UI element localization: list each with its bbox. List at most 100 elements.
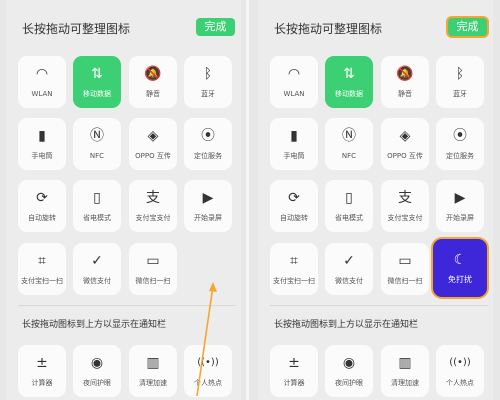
battery-saver-icon: ▯ xyxy=(93,190,101,206)
tile-wlan[interactable]: ◠ WLAN xyxy=(18,56,66,108)
tile-alipay-scan[interactable]: ⌗ 支付宝扫一扫 xyxy=(18,243,66,295)
battery-saver-icon: ▯ xyxy=(345,190,353,206)
tile-label: 移动数据 xyxy=(335,90,363,98)
scan-icon: ⌗ xyxy=(38,253,46,269)
location-icon: ⦿ xyxy=(453,128,467,144)
tile-cleanup[interactable]: ▥ 清理加速 xyxy=(381,345,429,397)
flashlight-icon: ▮ xyxy=(38,128,46,144)
tile-label: 定位服务 xyxy=(194,152,222,160)
tile-nfc[interactable]: Ⓝ NFC xyxy=(73,118,121,170)
tile-mute[interactable]: 🔕 静音 xyxy=(381,56,429,108)
trash-icon: ▥ xyxy=(398,355,412,371)
tile-wechat-pay[interactable]: ✓ 微信支付 xyxy=(325,243,373,295)
tile-label: OPPO 互传 xyxy=(387,152,423,160)
panel-divider xyxy=(246,0,249,400)
tile-calculator[interactable]: ± 计算器 xyxy=(18,345,66,397)
tile-wechat-scan[interactable]: ▭ 微信扫一扫 xyxy=(129,243,177,295)
done-button[interactable]: 完成 xyxy=(448,18,487,36)
oppo-share-icon: ◈ xyxy=(147,128,159,144)
tile-screen-record[interactable]: ▶ 开始录屏 xyxy=(184,180,232,232)
tile-label: 夜间护眼 xyxy=(83,379,111,387)
bluetooth-icon: ᛒ xyxy=(455,66,465,82)
tile-wechat-scan[interactable]: ▭ 微信扫一扫 xyxy=(381,243,429,295)
tile-wechat-pay[interactable]: ✓ 微信支付 xyxy=(73,243,121,295)
tile-mute[interactable]: 🔕 静音 xyxy=(129,56,177,108)
tile-location[interactable]: ⦿ 定位服务 xyxy=(184,118,232,170)
bluetooth-icon: ᛒ xyxy=(203,66,213,82)
tile-label: 移动数据 xyxy=(83,90,111,98)
tile-label: 静音 xyxy=(398,90,412,98)
screen-record-icon: ▶ xyxy=(454,190,466,206)
tile-label: 清理加速 xyxy=(391,379,419,387)
mobile-data-icon: ⇅ xyxy=(343,66,355,82)
tile-label: 微信支付 xyxy=(335,277,363,285)
tile-label: 支付宝扫一扫 xyxy=(273,277,315,285)
section-title: 长按拖动图标到上方以显示在通知栏 xyxy=(22,320,167,330)
wifi-icon: ◠ xyxy=(287,66,301,82)
alipay-icon: 支 xyxy=(146,190,160,206)
flashlight-icon: ▮ xyxy=(290,128,298,144)
tile-label: NFC xyxy=(341,152,357,160)
location-icon: ⦿ xyxy=(201,128,215,144)
tile-bluetooth[interactable]: ᛒ 蓝牙 xyxy=(184,56,232,108)
tile-label: 支付宝支付 xyxy=(387,214,423,222)
tile-label: 自动旋转 xyxy=(280,214,308,222)
tile-label: 定位服务 xyxy=(446,152,474,160)
tile-label: 个人热点 xyxy=(446,379,474,387)
tile-flashlight[interactable]: ▮ 手电筒 xyxy=(18,118,66,170)
tile-auto-rotate[interactable]: ⟳ 自动旋转 xyxy=(18,180,66,232)
tile-calculator[interactable]: ± 计算器 xyxy=(270,345,318,397)
tile-mobile-data[interactable]: ⇅ 移动数据 xyxy=(325,56,373,108)
mute-bell-icon: 🔕 xyxy=(396,66,414,82)
scan-icon: ⌗ xyxy=(290,253,298,269)
calculator-icon: ± xyxy=(36,355,48,371)
tile-screen-record[interactable]: ▶ 开始录屏 xyxy=(436,180,484,232)
tile-label: 支付宝支付 xyxy=(135,214,171,222)
tile-label: 省电模式 xyxy=(83,214,111,222)
trash-icon: ▥ xyxy=(146,355,160,371)
tile-label: OPPO 互传 xyxy=(135,152,171,160)
tile-alipay[interactable]: 支支付宝支付 xyxy=(381,180,429,232)
left-edit-panel: 长按拖动可整理图标 完成 ◠ WLAN ⇅ 移动数据 🔕 静音 ᛒ 蓝牙 ▮ 手电筒 Ⓝ N… xyxy=(6,0,241,400)
eye-icon: ◉ xyxy=(90,355,104,371)
tile-location[interactable]: ⦿ 定位服务 xyxy=(436,118,484,170)
tile-battery-saver[interactable]: ▯ 省电模式 xyxy=(73,180,121,232)
tile-label: 静音 xyxy=(146,90,160,98)
tile-mobile-data[interactable]: ⇅ 移动数据 xyxy=(73,56,121,108)
mobile-data-icon: ⇅ xyxy=(91,66,103,82)
tile-auto-rotate[interactable]: ⟳ 自动旋转 xyxy=(270,180,318,232)
tile-label: 手电筒 xyxy=(283,152,305,160)
tile-night-eye[interactable]: ◉ 夜间护眼 xyxy=(325,345,373,397)
tile-alipay-scan[interactable]: ⌗ 支付宝扫一扫 xyxy=(270,243,318,295)
section-title: 长按拖动图标到上方以显示在通知栏 xyxy=(274,320,419,330)
tile-label: 免打扰 xyxy=(448,275,472,284)
tile-label: WLAN xyxy=(283,90,305,98)
alipay-icon: 支 xyxy=(398,190,412,206)
tile-bluetooth[interactable]: ᛒ 蓝牙 xyxy=(436,56,484,108)
tile-label: WLAN xyxy=(31,90,53,98)
tile-wlan[interactable]: ◠ WLAN xyxy=(270,56,318,108)
wechat-scan-icon: ▭ xyxy=(398,253,412,269)
wifi-icon: ◠ xyxy=(35,66,49,82)
tile-oppo-share[interactable]: ◈ OPPO 互传 xyxy=(129,118,177,170)
tile-label: 计算器 xyxy=(31,379,53,387)
tile-flashlight[interactable]: ▮ 手电筒 xyxy=(270,118,318,170)
tile-nfc[interactable]: Ⓝ NFC xyxy=(325,118,373,170)
tile-label: 蓝牙 xyxy=(201,90,215,98)
tile-alipay[interactable]: 支支付宝支付 xyxy=(129,180,177,232)
tile-label: 夜间护眼 xyxy=(335,379,363,387)
eye-icon: ◉ xyxy=(342,355,356,371)
tile-label: 计算器 xyxy=(283,379,305,387)
tile-do-not-disturb[interactable]: ☾ 免打扰 xyxy=(433,239,487,297)
tile-cleanup[interactable]: ▥ 清理加速 xyxy=(129,345,177,397)
done-button[interactable]: 完成 xyxy=(196,18,235,36)
tile-label: 清理加速 xyxy=(139,379,167,387)
tile-oppo-share[interactable]: ◈ OPPO 互传 xyxy=(381,118,429,170)
tile-night-eye[interactable]: ◉ 夜间护眼 xyxy=(73,345,121,397)
tile-label: 支付宝扫一扫 xyxy=(21,277,63,285)
wechat-scan-icon: ▭ xyxy=(146,253,160,269)
moon-icon: ☾ xyxy=(453,252,467,268)
nfc-icon: Ⓝ xyxy=(342,128,356,144)
tile-hotspot[interactable]: ((•)) 个人热点 xyxy=(436,345,484,397)
tile-battery-saver[interactable]: ▯ 省电模式 xyxy=(325,180,373,232)
